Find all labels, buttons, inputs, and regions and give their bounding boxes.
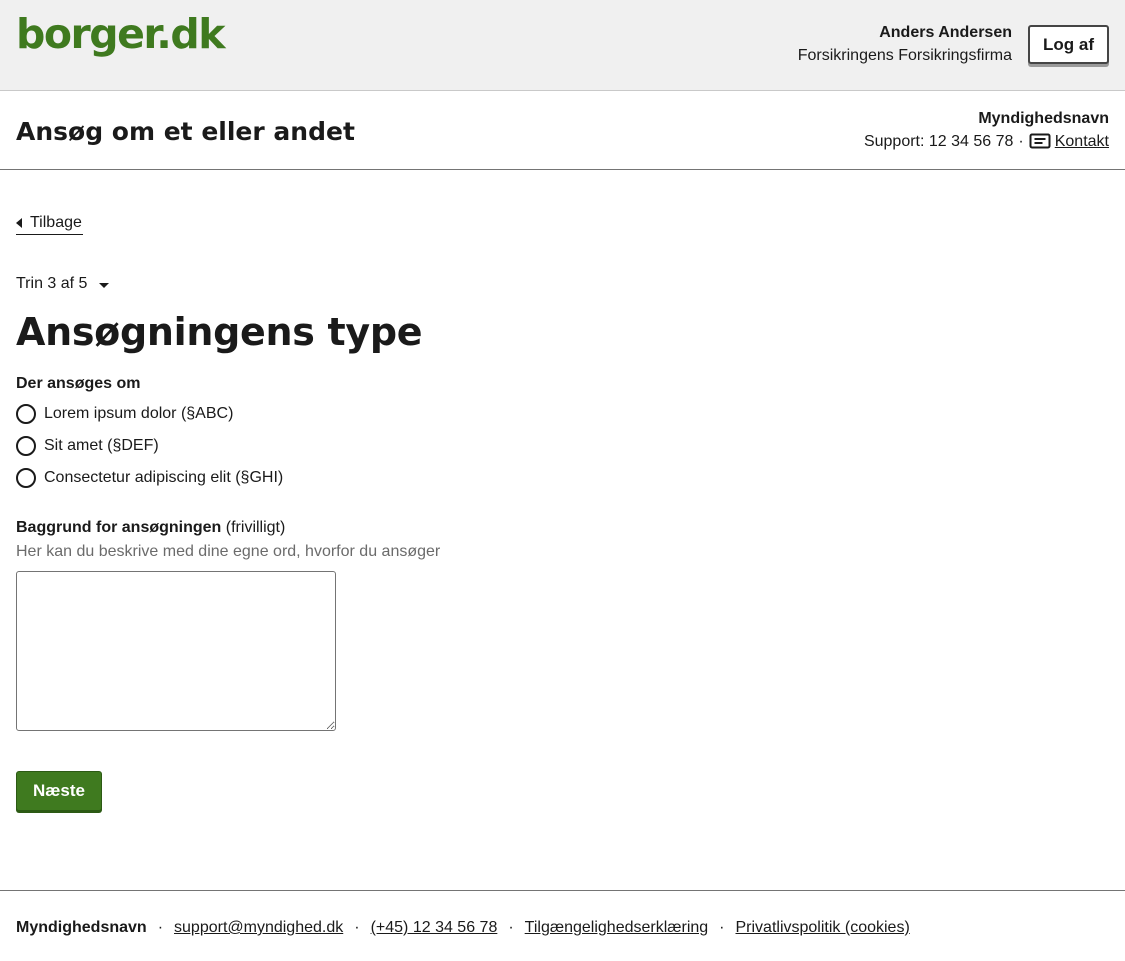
separator-dot: · [157, 919, 164, 936]
chevron-left-icon [16, 217, 22, 228]
step-indicator[interactable]: Trin 3 af 5 [16, 275, 110, 293]
radio-button[interactable] [16, 468, 36, 488]
separator-dot: · [508, 919, 514, 936]
radio-option-ghi[interactable]: Consectetur adipiscing elit (§GHI) [16, 468, 283, 488]
support-phone: Support: 12 34 56 78 [863, 133, 1014, 150]
reason-textarea[interactable] [16, 571, 336, 731]
radio-option-label: Consectetur adipiscing elit (§GHI) [44, 469, 284, 486]
footer-privacy-link[interactable]: Privatlivspolitik (cookies) [736, 917, 910, 939]
textarea-hint: Her kan du beskrive med dine egne ord, h… [16, 543, 441, 560]
user-organization: Forsikringens Forsikringsfirma [797, 47, 1012, 64]
back-link[interactable]: Tilbage [16, 211, 83, 235]
separator-dot: · [1018, 133, 1024, 150]
step-label: Trin 3 af 5 [16, 275, 88, 292]
radio-option-label: Sit amet (§DEF) [44, 437, 159, 454]
footer-phone-link[interactable]: (+45) 12 34 56 78 [371, 917, 498, 939]
radio-option-abc[interactable]: Lorem ipsum dolor (§ABC) [16, 404, 233, 424]
radio-option-def[interactable]: Sit amet (§DEF) [16, 436, 159, 456]
radio-button[interactable] [16, 436, 36, 456]
contact-link[interactable]: Kontakt [1055, 130, 1109, 154]
footer-accessibility-link[interactable]: Tilgængelighedserklæring [525, 917, 709, 939]
chat-icon [1029, 133, 1051, 151]
textarea-label: Baggrund for ansøgningen (frivilligt) [16, 517, 285, 539]
footer: Myndighedsnavn · support@myndighed.dk · … [0, 890, 1125, 961]
separator-dot: · [719, 919, 725, 936]
back-label: Tilbage [30, 213, 82, 231]
solution-header: Ansøg om et eller andet Myndighedsnavn S… [0, 91, 1125, 170]
textarea-label-main: Baggrund for ansøgningen [16, 519, 222, 536]
textarea-label-optional: (frivilligt) [225, 519, 286, 536]
footer-authority-name: Myndighedsnavn [16, 919, 147, 936]
footer-email-link[interactable]: support@myndighed.dk [174, 917, 343, 939]
logout-button[interactable]: Log af [1028, 25, 1109, 64]
separator-dot: · [354, 919, 360, 936]
radio-group-legend: Der ansøges om [16, 375, 141, 392]
user-name: Anders Andersen [879, 24, 1012, 41]
user-info: Anders Andersen Forsikringens Forsikring… [798, 22, 1012, 68]
authority-info: Myndighedsnavn Support: 12 34 56 78 · Ko… [864, 108, 1109, 154]
radio-button[interactable] [16, 404, 36, 424]
caret-down-icon [99, 282, 110, 288]
portal-header: borger.dk Anders Andersen Forsikringens … [0, 0, 1125, 91]
authority-name: Myndighedsnavn [978, 110, 1109, 127]
support-line: Support: 12 34 56 78 · Kontakt [864, 130, 1109, 154]
borger-dk-logo[interactable]: borger.dk [16, 14, 225, 55]
solution-title: Ansøg om et eller andet [16, 117, 355, 146]
page-title: Ansøgningens type [16, 310, 423, 354]
radio-option-label: Lorem ipsum dolor (§ABC) [44, 405, 234, 422]
footer-row: Myndighedsnavn · support@myndighed.dk · … [16, 917, 910, 939]
next-button[interactable]: Næste [16, 771, 102, 811]
